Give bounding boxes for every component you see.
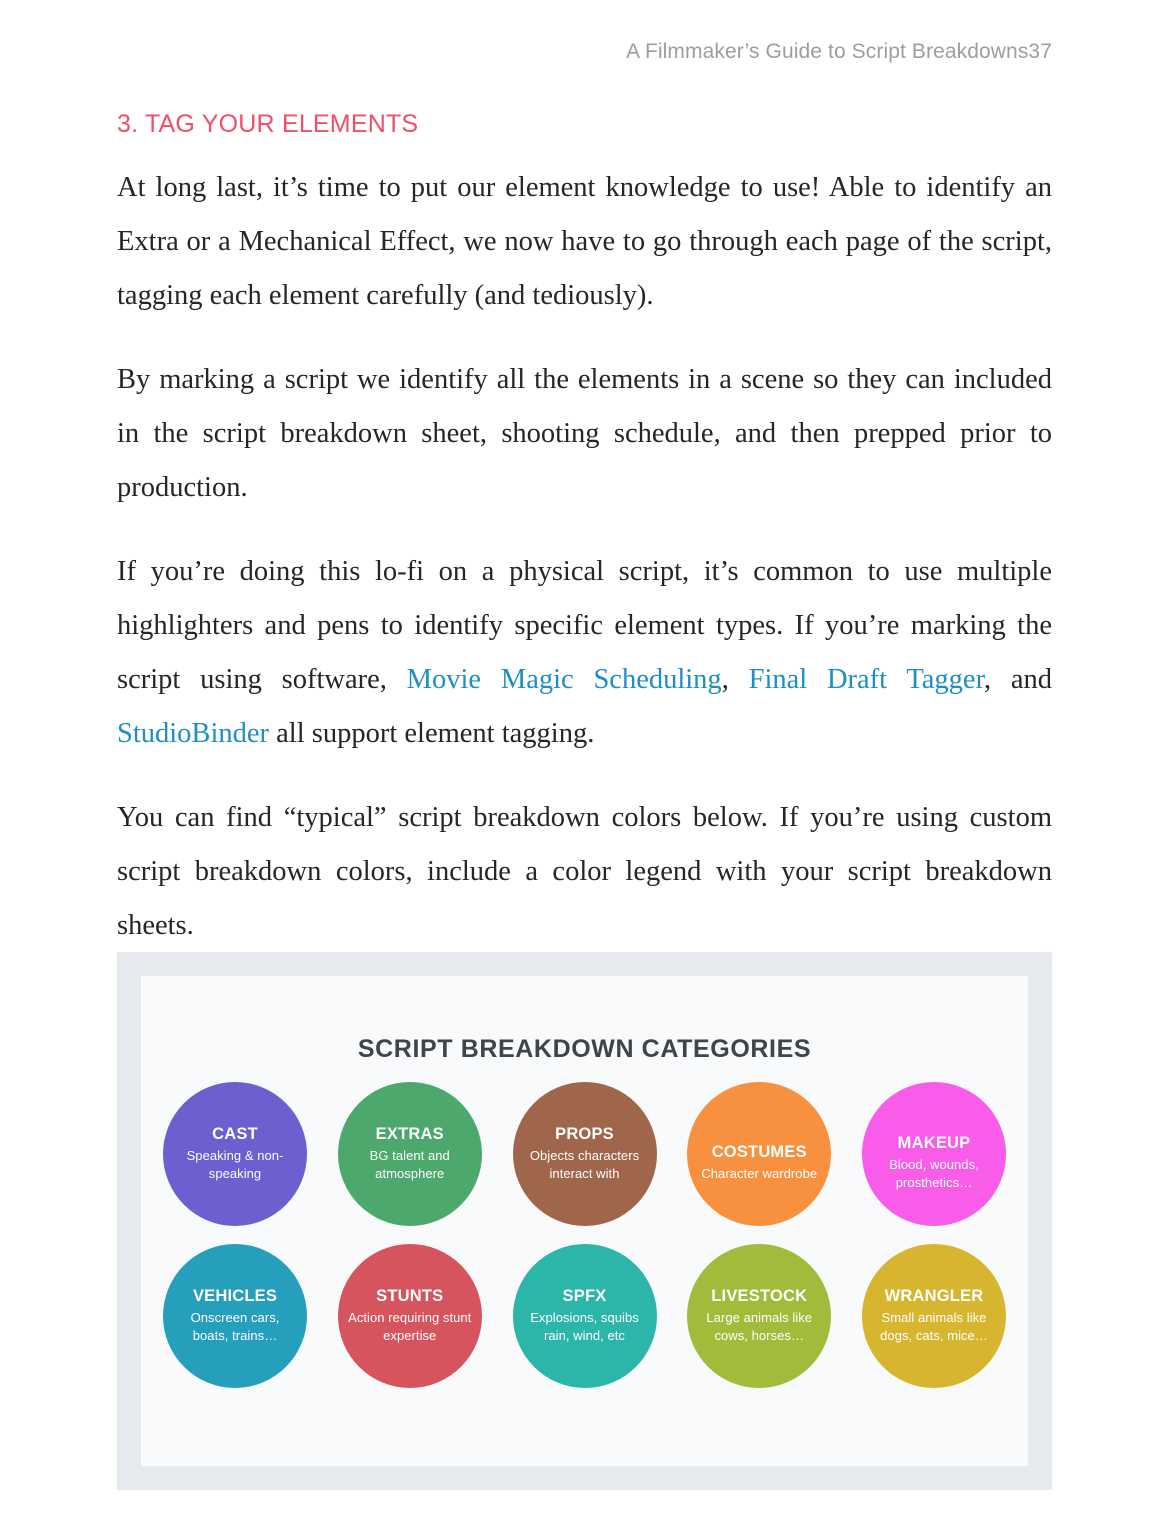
link-studiobinder[interactable]: StudioBinder — [117, 718, 269, 749]
paragraph-3-text-after: all support element tagging. — [269, 718, 595, 749]
category-name: PROPS — [555, 1124, 614, 1143]
figure-panel: SCRIPT BREAKDOWN CATEGORIES CAST Speaking… — [141, 976, 1028, 1466]
category-name: STUNTS — [376, 1286, 444, 1305]
category-description: Large animals like cows, horses… — [706, 1310, 813, 1343]
category-description: BG talent and atmosphere — [369, 1148, 450, 1181]
link-movie-magic-scheduling[interactable]: Movie Magic Scheduling — [407, 664, 722, 695]
paragraph-3: If you’re doing this lo-fi on a physical… — [117, 545, 1052, 761]
category-description: Onscreen cars, boats, trains… — [190, 1310, 280, 1343]
category-row-1: CAST Speaking & non-speaking EXTRAS BG tale… — [163, 1082, 1006, 1226]
category-circle-stunts: STUNTS Action requiring stunt expertise — [337, 1244, 482, 1388]
category-name: SPFX — [562, 1286, 607, 1305]
figure-title: SCRIPT BREAKDOWN CATEGORIES — [357, 1035, 812, 1063]
document-page: A Filmmaker’s Guide to Script Breakdowns… — [0, 0, 1168, 1528]
category-description: Character wardrobe — [701, 1165, 818, 1181]
section-heading: 3. TAG YOUR ELEMENTS — [117, 110, 419, 138]
link-final-draft-tagger[interactable]: Final Draft Tagger — [749, 664, 984, 695]
paragraph-3-separator-2: , and — [983, 664, 1052, 695]
category-description: Small animals like dogs, cats, mice… — [880, 1310, 988, 1343]
category-name: MAKEUP — [897, 1133, 971, 1152]
category-description: Speaking & non-speaking — [186, 1148, 284, 1181]
paragraph-2: By marking a script we identify all the … — [117, 364, 1052, 503]
paragraph-1: At long last, it’s time to put our eleme… — [117, 172, 1052, 311]
category-name: VEHICLES — [192, 1286, 278, 1305]
category-name: EXTRAS — [375, 1124, 444, 1143]
category-circle-extras: EXTRAS BG talent and atmosphere — [337, 1082, 482, 1226]
category-description: Objects characters interact with — [529, 1148, 640, 1181]
category-circle-livestock: LIVESTOCK Large animals like cows, horses… — [687, 1244, 832, 1388]
category-description: Blood, wounds, prosthetics… — [889, 1157, 979, 1190]
category-circle-makeup: MAKEUP Blood, wounds, prosthetics… — [862, 1082, 1006, 1226]
article-content: 3. TAG YOUR ELEMENTS At long last, it’s … — [117, 110, 1052, 953]
category-circle-spfx: SPFX Explosions, squibs rain, wind, etc — [512, 1244, 657, 1388]
category-circle-vehicles: VEHICLES Onscreen cars, boats, trains… — [163, 1244, 307, 1388]
category-name: LIVESTOCK — [711, 1286, 808, 1305]
category-name: COSTUMES — [711, 1142, 807, 1161]
running-header: A Filmmaker’s Guide to Script Breakdowns… — [626, 40, 1052, 63]
category-name: WRANGLER — [884, 1286, 984, 1305]
paragraph-4: You can find “typical” script breakdown … — [117, 802, 1052, 941]
category-name: CAST — [212, 1124, 258, 1143]
category-description: Action requiring stunt expertise — [348, 1310, 472, 1343]
category-circle-wrangler: WRANGLER Small animals like dogs, cats, m… — [862, 1244, 1006, 1388]
category-circle-cast: CAST Speaking & non-speaking — [163, 1082, 307, 1226]
category-row-2: VEHICLES Onscreen cars, boats, trains… STU… — [163, 1244, 1006, 1388]
script-breakdown-figure: SCRIPT BREAKDOWN CATEGORIES CAST Speaking… — [117, 952, 1052, 1490]
category-description: Explosions, squibs rain, wind, etc — [530, 1310, 639, 1343]
paragraph-3-separator-1: , — [721, 664, 749, 695]
category-circle-props: PROPS Objects characters interact with — [512, 1082, 657, 1226]
category-circle-grid: CAST Speaking & non-speaking EXTRAS BG tale… — [163, 1082, 1006, 1388]
category-circle-costumes: COSTUMES Character wardrobe — [687, 1082, 832, 1226]
